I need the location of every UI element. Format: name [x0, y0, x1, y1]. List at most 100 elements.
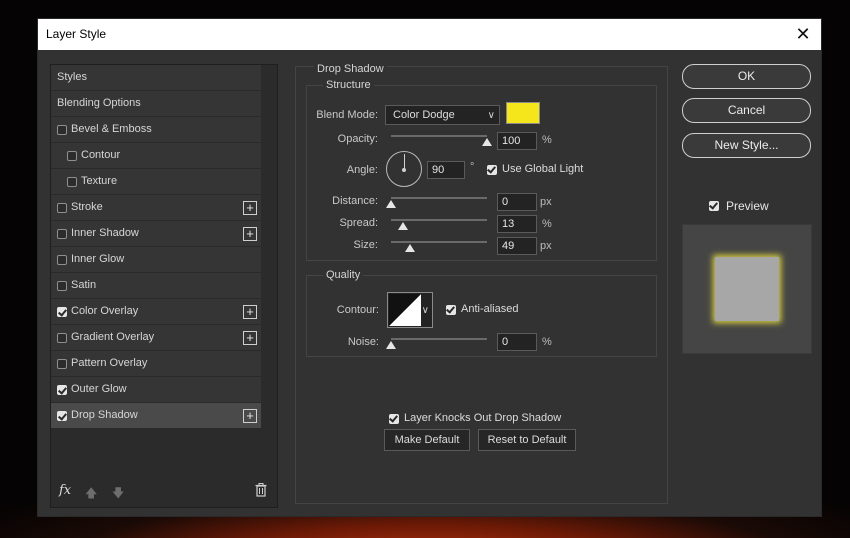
angle-label: Angle:: [346, 164, 378, 176]
angle-dial[interactable]: [386, 151, 422, 187]
style-item-blending-options[interactable]: Blending Options: [51, 91, 261, 117]
section-title: Drop Shadow: [314, 63, 387, 75]
move-down-icon[interactable]: 🡇: [112, 484, 124, 505]
preview-label: Preview: [726, 199, 769, 213]
anti-aliased-label: Anti-aliased: [461, 303, 519, 315]
style-item-checkbox[interactable]: [57, 203, 67, 213]
fx-button[interactable]: fx: [59, 483, 71, 498]
noise-input[interactable]: 0: [497, 333, 537, 351]
style-item-checkbox[interactable]: [57, 255, 67, 265]
style-item-gradient-overlay[interactable]: Gradient Overlay +: [51, 325, 261, 351]
styles-list-panel: Styles Blending Options Bevel & Emboss Cont…: [50, 64, 278, 508]
style-item-bevel-emboss[interactable]: Bevel & Emboss: [51, 117, 261, 143]
styles-list-scrollbar[interactable]: [261, 65, 277, 477]
move-up-icon[interactable]: 🡅: [85, 484, 97, 505]
style-item-stroke[interactable]: Stroke +: [51, 195, 261, 221]
distance-unit: px: [540, 196, 552, 208]
add-effect-icon[interactable]: +: [243, 201, 257, 215]
style-item-label: Styles: [57, 71, 87, 83]
style-item-texture[interactable]: Texture: [51, 169, 261, 195]
distance-slider-thumb[interactable]: [386, 200, 396, 208]
ok-button[interactable]: OK: [682, 64, 811, 89]
knockout-checkbox[interactable]: [389, 414, 399, 424]
style-item-checkbox[interactable]: [57, 385, 67, 395]
opacity-input[interactable]: 100: [497, 132, 537, 150]
style-item-label: Inner Shadow: [71, 227, 139, 239]
new-style-button[interactable]: New Style...: [682, 133, 811, 158]
style-item-outer-glow[interactable]: Outer Glow: [51, 377, 261, 403]
opacity-slider-thumb[interactable]: [482, 138, 492, 146]
shadow-color-swatch[interactable]: [506, 102, 540, 124]
style-item-pattern-overlay[interactable]: Pattern Overlay: [51, 351, 261, 377]
contour-label: Contour:: [336, 304, 379, 316]
contour-curve-icon: [389, 294, 421, 326]
blend-mode-select[interactable]: Color Dodge ∨: [385, 105, 500, 125]
style-item-label: Blending Options: [57, 97, 141, 109]
style-item-checkbox[interactable]: [57, 333, 67, 343]
size-input[interactable]: 49: [497, 237, 537, 255]
structure-group: Structure Blend Mode: Color Dodge ∨ Opac…: [306, 79, 657, 261]
noise-slider[interactable]: [391, 338, 487, 340]
style-item-checkbox[interactable]: [67, 177, 77, 187]
opacity-unit: %: [542, 134, 552, 146]
style-item-styles[interactable]: Styles: [51, 65, 261, 91]
close-icon[interactable]: ✕: [791, 22, 815, 46]
style-item-checkbox[interactable]: [57, 229, 67, 239]
size-slider-thumb[interactable]: [405, 244, 416, 252]
layer-style-dialog: Layer Style ✕ Styles Blending Options Beve…: [37, 18, 822, 517]
opacity-slider[interactable]: [391, 135, 487, 137]
chevron-down-icon: ∨: [421, 305, 429, 316]
make-default-button[interactable]: Make Default: [384, 429, 470, 451]
quality-group: Quality Contour: ∨ Anti-aliased Noise: 0…: [306, 269, 657, 357]
window-title: Layer Style: [46, 27, 107, 41]
preview-checkbox[interactable]: [709, 201, 719, 211]
structure-title: Structure: [323, 79, 374, 91]
title-bar: Layer Style ✕: [38, 19, 821, 50]
style-item-checkbox[interactable]: [57, 359, 67, 369]
add-effect-icon[interactable]: +: [243, 409, 257, 423]
angle-input[interactable]: 90: [427, 161, 465, 179]
reset-to-default-button[interactable]: Reset to Default: [478, 429, 576, 451]
cancel-button[interactable]: Cancel: [682, 98, 811, 123]
style-item-satin[interactable]: Satin: [51, 273, 261, 299]
distance-input[interactable]: 0: [497, 193, 537, 211]
add-effect-icon[interactable]: +: [243, 305, 257, 319]
opacity-label: Opacity:: [337, 133, 378, 145]
spread-slider[interactable]: [391, 219, 487, 221]
style-item-drop-shadow[interactable]: Drop Shadow +: [51, 403, 261, 429]
noise-unit: %: [542, 336, 552, 348]
styles-list-footer: fx 🡅 🡇: [51, 475, 277, 507]
style-item-label: Bevel & Emboss: [71, 123, 152, 135]
knockout-label: Layer Knocks Out Drop Shadow: [404, 412, 562, 424]
preview-thumbnail: [715, 257, 779, 321]
spread-label: Spread:: [339, 217, 378, 229]
noise-slider-thumb[interactable]: [386, 341, 396, 349]
trash-icon[interactable]: [255, 483, 267, 497]
distance-slider[interactable]: [391, 197, 487, 199]
style-item-checkbox[interactable]: [57, 307, 67, 317]
size-unit: px: [540, 240, 552, 252]
drop-shadow-panel: Drop Shadow Structure Blend Mode: Color …: [295, 63, 668, 504]
add-effect-icon[interactable]: +: [243, 331, 257, 345]
style-item-label: Inner Glow: [71, 253, 125, 265]
quality-title: Quality: [323, 269, 364, 281]
style-item-color-overlay[interactable]: Color Overlay +: [51, 299, 261, 325]
distance-label: Distance:: [332, 195, 378, 207]
add-effect-icon[interactable]: +: [243, 227, 257, 241]
style-item-checkbox[interactable]: [57, 281, 67, 291]
style-item-checkbox[interactable]: [57, 125, 67, 135]
style-item-checkbox[interactable]: [67, 151, 77, 161]
style-item-inner-shadow[interactable]: Inner Shadow +: [51, 221, 261, 247]
style-item-inner-glow[interactable]: Inner Glow: [51, 247, 261, 273]
style-item-contour[interactable]: Contour: [51, 143, 261, 169]
spread-slider-thumb[interactable]: [398, 222, 409, 230]
use-global-light-checkbox[interactable]: [487, 165, 497, 175]
style-item-label: Texture: [81, 175, 118, 187]
style-item-checkbox[interactable]: [57, 411, 67, 421]
style-item-label: Drop Shadow: [71, 409, 138, 421]
chevron-down-icon: ∨: [487, 110, 495, 121]
contour-picker[interactable]: ∨: [387, 292, 433, 328]
spread-input[interactable]: 13: [497, 215, 537, 233]
size-slider[interactable]: [391, 241, 487, 243]
anti-aliased-checkbox[interactable]: [446, 305, 456, 315]
